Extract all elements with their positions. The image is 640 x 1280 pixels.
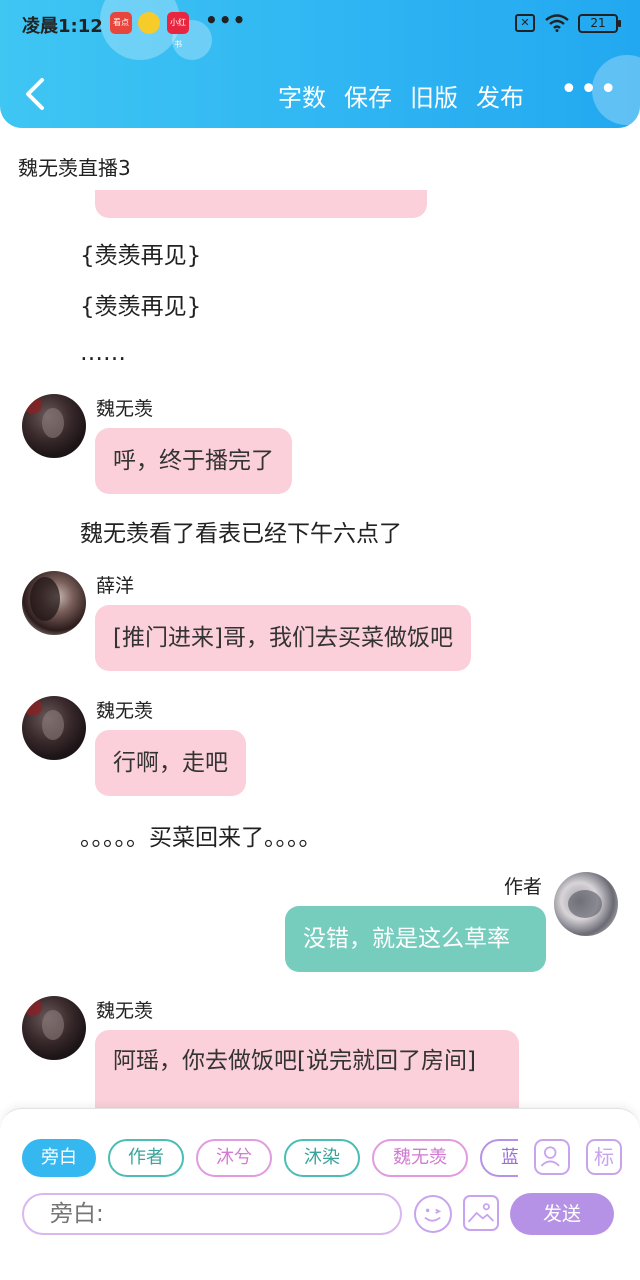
chat-area[interactable]: {羡羡再见} {羡羡再见} …… 魏无羡 呼，终于播完了 魏无羡看了看表已经下午…	[0, 188, 640, 1108]
emoji-icon[interactable]	[414, 1195, 452, 1233]
save-button[interactable]: 保存	[344, 78, 392, 113]
narration-line: ……	[80, 340, 126, 366]
message-bubble[interactable]: 阿瑶，你去做饭吧[说完就回了房间]	[95, 1030, 519, 1108]
publish-button[interactable]: 发布	[476, 78, 524, 113]
tag-button[interactable]: 标	[586, 1139, 622, 1175]
app-lemon-icon	[138, 12, 160, 34]
avatar-highlight	[24, 396, 42, 414]
narration-line: 魏无羡看了看表已经下午六点了	[80, 521, 402, 547]
sender-name: 魏无羡	[96, 398, 154, 420]
back-icon[interactable]	[20, 74, 52, 114]
image-icon[interactable]	[463, 1195, 499, 1231]
role-chip-weiwuxian[interactable]: 魏无羡	[372, 1139, 468, 1177]
old-version-button[interactable]: 旧版	[410, 78, 458, 113]
more-options-icon[interactable]: •••	[560, 75, 619, 105]
role-chip-muxi[interactable]: 沐兮	[196, 1139, 272, 1177]
avatar[interactable]	[22, 996, 86, 1060]
role-chip-muran[interactable]: 沐染	[284, 1139, 360, 1177]
avatar-highlight	[24, 698, 42, 716]
wifi-icon	[545, 14, 569, 32]
narration-line: 。。。。。买菜回来了。。。。	[80, 825, 322, 851]
header-bar: 凌晨1:12 看点 小红书 ••• ✕ 21 字数 保存 旧版 发布 •••	[0, 0, 640, 128]
role-chip-author[interactable]: 作者	[108, 1139, 184, 1177]
app-kandian-icon: 看点	[110, 12, 132, 34]
sender-name: 作者	[504, 876, 543, 898]
partial-bubble	[95, 190, 427, 218]
sender-name: 魏无羡	[96, 700, 154, 722]
role-selector: 旁白 作者 沐兮 沐染 魏无羡蓝	[22, 1139, 518, 1179]
message-bubble[interactable]: 呼，终于播完了	[95, 428, 292, 494]
app-xiaohongshu-icon: 小红书	[167, 12, 189, 49]
word-count-button[interactable]: 字数	[278, 78, 326, 113]
doc-title: 魏无羡直播3	[18, 156, 131, 180]
status-more-icon: •••	[205, 8, 247, 32]
battery-icon: 21	[578, 14, 621, 33]
role-chip-narrator[interactable]: 旁白	[22, 1139, 96, 1177]
narration-line: {羡羡再见}	[80, 294, 202, 320]
avatar-highlight	[42, 408, 64, 438]
header-actions: 字数 保存 旧版 发布	[278, 78, 524, 113]
status-bar: 凌晨1:12 看点 小红书 ••• ✕ 21	[0, 8, 640, 49]
avatar-highlight	[42, 710, 64, 740]
avatar-highlight	[30, 577, 60, 621]
avatar[interactable]	[22, 571, 86, 635]
send-button[interactable]: 发送	[510, 1193, 614, 1235]
avatar[interactable]	[22, 394, 86, 458]
role-chip-lan[interactable]: 蓝	[480, 1139, 518, 1177]
message-bubble[interactable]: [推门进来]哥，我们去买菜做饭吧	[95, 605, 471, 671]
message-input[interactable]	[22, 1193, 402, 1235]
avatar-highlight	[24, 998, 42, 1016]
author-avatar[interactable]	[554, 872, 618, 936]
sim-icon: ✕	[515, 14, 535, 32]
narration-line: {羡羡再见}	[80, 243, 202, 269]
status-time: 凌晨1:12	[22, 16, 103, 37]
message-bubble[interactable]: 行啊，走吧	[95, 730, 246, 796]
input-panel: 旁白作者沐兮沐染魏无羡蓝 标 发送	[0, 1108, 640, 1280]
message-bubble-author[interactable]: 没错，就是这么草率	[285, 906, 546, 972]
avatar[interactable]	[22, 696, 86, 760]
character-manage-icon[interactable]	[534, 1139, 570, 1175]
sender-name: 魏无羡	[96, 1000, 154, 1022]
sender-name: 薛洋	[96, 575, 135, 597]
avatar-highlight	[42, 1010, 64, 1040]
avatar-highlight	[568, 890, 602, 918]
